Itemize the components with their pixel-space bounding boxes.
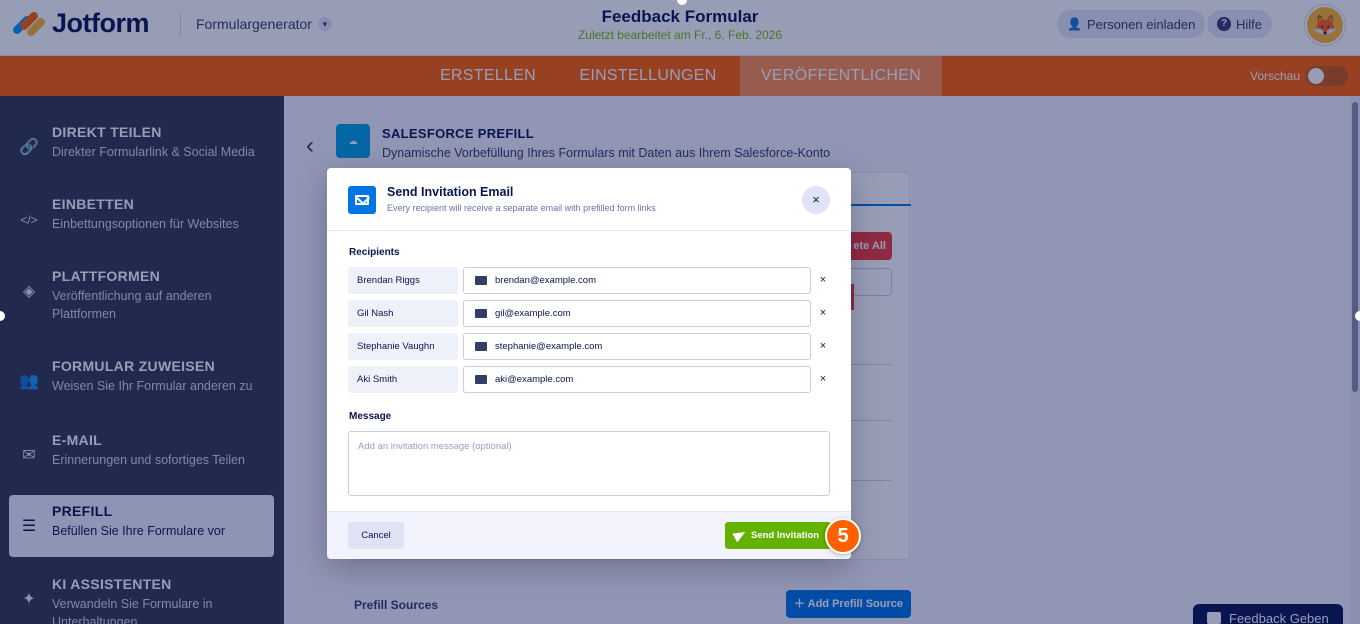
mail-icon [475,276,487,285]
recipient-email: aki@example.com [495,374,574,385]
recipient-email: gil@example.com [495,308,571,319]
recipient-name: Aki Smith [348,366,458,393]
resize-handle [1355,311,1360,321]
envelope-icon [348,186,376,214]
recipient-email: stephanie@example.com [495,341,603,352]
send-label: Send Invitation [751,530,820,541]
message-textarea[interactable]: Add an invitation message (optional) [348,431,830,496]
remove-recipient-button[interactable]: × [817,333,829,360]
modal-header: Send Invitation Email Every recipient wi… [327,168,851,231]
modal-title: Send Invitation Email [387,185,514,199]
modal-footer: Cancel Send Invitation [327,511,851,559]
recipient-email-field[interactable]: stephanie@example.com [463,333,811,360]
send-icon [732,527,748,543]
remove-recipient-button[interactable]: × [817,300,829,327]
recipient-name: Gil Nash [348,300,458,327]
send-invitation-modal: Send Invitation Email Every recipient wi… [327,168,851,559]
modal-subtitle: Every recipient will receive a separate … [387,203,656,213]
remove-recipient-button[interactable]: × [817,267,829,294]
mail-icon [475,342,487,351]
step-badge: 5 [825,518,861,554]
message-label: Message [349,411,392,422]
recipient-email-field[interactable]: aki@example.com [463,366,811,393]
recipient-email: brendan@example.com [495,275,597,286]
recipient-name: Stephanie Vaughn [348,333,458,360]
remove-recipient-button[interactable]: × [817,366,829,393]
close-button[interactable]: × [802,186,830,214]
cancel-button[interactable]: Cancel [348,522,404,549]
recipient-email-field[interactable]: gil@example.com [463,300,811,327]
recipient-name: Brendan Riggs [348,267,458,294]
recipients-label: Recipients [349,247,400,258]
mail-icon [475,375,487,384]
recipient-email-field[interactable]: brendan@example.com [463,267,811,294]
mail-icon [475,309,487,318]
send-invitation-button[interactable]: Send Invitation [725,522,831,549]
